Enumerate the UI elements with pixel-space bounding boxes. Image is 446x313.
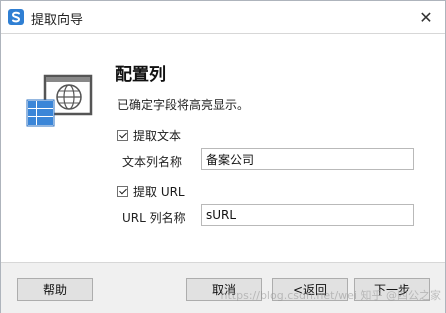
extract-url-checkbox-row[interactable]: 提取 URL [117, 183, 185, 200]
text-column-label: 文本列名称 [122, 155, 183, 169]
page-description: 已确定字段将高亮显示。 [117, 98, 250, 112]
help-button[interactable]: 帮助 [17, 278, 93, 301]
watermark: https://blog.csdn.net/wei 知乎 @四公之家 [220, 289, 441, 302]
extract-text-checkbox[interactable] [117, 130, 128, 141]
s-logo-icon [8, 9, 24, 25]
table-globe-icon [25, 71, 97, 131]
extract-url-checkbox[interactable] [117, 186, 128, 197]
close-button[interactable]: ✕ [415, 6, 437, 28]
page-heading: 配置列 [115, 65, 166, 85]
extract-text-label: 提取文本 [133, 129, 182, 143]
close-icon: ✕ [419, 7, 433, 27]
url-column-input[interactable] [201, 204, 414, 226]
extract-text-checkbox-row[interactable]: 提取文本 [117, 127, 181, 144]
text-column-input[interactable] [201, 148, 414, 170]
url-column-label: URL 列名称 [122, 211, 186, 225]
window-title: 提取向导 [31, 13, 84, 28]
extract-wizard-dialog: 提取向导 ✕ 配置列 已确定字段将高亮显示。 提取文本 文本列名称 备案公司 提… [0, 0, 446, 313]
title-bar: 提取向导 ✕ [1, 1, 445, 34]
extract-url-label: 提取 URL [133, 185, 185, 199]
